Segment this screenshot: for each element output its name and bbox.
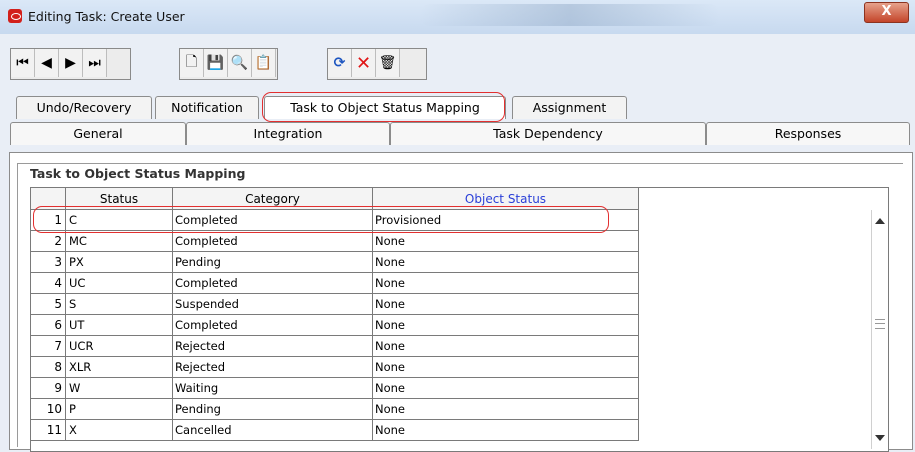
- category-cell[interactable]: Suspended: [172, 293, 373, 315]
- table-row[interactable]: 6 UT Completed None: [31, 314, 639, 336]
- object-status-cell[interactable]: None: [372, 314, 639, 336]
- category-cell[interactable]: Pending: [172, 251, 373, 273]
- section-title: Task to Object Status Mapping: [28, 166, 248, 181]
- table-row[interactable]: 10 P Pending None: [31, 398, 639, 420]
- status-cell[interactable]: S: [65, 293, 173, 315]
- status-cell[interactable]: PX: [65, 251, 173, 273]
- find-icon[interactable]: 🔍: [228, 49, 252, 77]
- row-number[interactable]: 2: [31, 230, 66, 252]
- scroll-down-icon[interactable]: [875, 435, 885, 441]
- object-status-cell[interactable]: None: [372, 230, 639, 252]
- scroll-up-icon[interactable]: [875, 218, 885, 224]
- tab-task-dependency[interactable]: Task Dependency: [390, 122, 706, 145]
- blurred-background: [420, 4, 720, 26]
- table-row[interactable]: 4 UC Completed None: [31, 272, 639, 294]
- tab-undo-recovery[interactable]: Undo/Recovery: [16, 96, 152, 119]
- status-mapping-table: Status Category Object Status 1 C Complete…: [30, 187, 889, 452]
- status-cell[interactable]: P: [65, 398, 173, 420]
- category-cell[interactable]: Waiting: [172, 377, 373, 399]
- tab-notification[interactable]: Notification: [155, 96, 259, 119]
- navigation-toolbar-group: ⏮ ◀ ▶ ⏭: [10, 48, 131, 80]
- close-button[interactable]: X: [864, 2, 909, 23]
- scroll-thumb-grip[interactable]: [875, 319, 885, 329]
- table-row[interactable]: 11 X Cancelled None: [31, 419, 639, 441]
- object-status-cell[interactable]: None: [372, 398, 639, 420]
- row-number[interactable]: 1: [31, 209, 66, 231]
- delete-icon[interactable]: ✕: [352, 49, 376, 77]
- row-number[interactable]: 4: [31, 272, 66, 294]
- status-column-header[interactable]: Status: [65, 188, 173, 210]
- category-cell[interactable]: Completed: [172, 230, 373, 252]
- edit-toolbar-group: 🗋 💾 🔍 📋: [179, 48, 278, 80]
- object-status-cell[interactable]: None: [372, 251, 639, 273]
- category-cell[interactable]: Cancelled: [172, 419, 373, 441]
- table-row[interactable]: 7 UCR Rejected None: [31, 335, 639, 357]
- table-row[interactable]: 5 S Suspended None: [31, 293, 639, 315]
- object-status-cell[interactable]: None: [372, 272, 639, 294]
- object-status-cell[interactable]: None: [372, 377, 639, 399]
- category-cell[interactable]: Pending: [172, 398, 373, 420]
- category-cell[interactable]: Rejected: [172, 356, 373, 378]
- object-status-cell[interactable]: None: [372, 419, 639, 441]
- object-status-cell[interactable]: None: [372, 356, 639, 378]
- row-number[interactable]: 6: [31, 314, 66, 336]
- clipboard-icon[interactable]: 📋: [252, 49, 276, 77]
- window-title: Editing Task: Create User: [28, 9, 185, 24]
- row-number[interactable]: 8: [31, 356, 66, 378]
- oracle-app-icon: [8, 9, 22, 23]
- status-cell[interactable]: MC: [65, 230, 173, 252]
- previous-record-icon[interactable]: ◀: [35, 49, 59, 77]
- table-row[interactable]: 1 C Completed Provisioned: [31, 209, 639, 231]
- category-cell[interactable]: Completed: [172, 272, 373, 294]
- row-number-header: [31, 188, 66, 210]
- status-cell[interactable]: UC: [65, 272, 173, 294]
- refresh-icon[interactable]: ⟳: [328, 49, 352, 77]
- action-toolbar-group: ⟳ ✕ 🗑: [327, 48, 427, 80]
- table-row[interactable]: 9 W Waiting None: [31, 377, 639, 399]
- status-cell[interactable]: XLR: [65, 356, 173, 378]
- category-cell[interactable]: Rejected: [172, 335, 373, 357]
- first-record-icon[interactable]: ⏮: [11, 49, 35, 77]
- save-icon[interactable]: 💾: [204, 49, 228, 77]
- tab-task-to-object-status-mapping[interactable]: Task to Object Status Mapping: [264, 96, 506, 119]
- tab-responses[interactable]: Responses: [706, 122, 910, 145]
- category-cell[interactable]: Completed: [172, 314, 373, 336]
- status-cell[interactable]: UCR: [65, 335, 173, 357]
- table-row[interactable]: 3 PX Pending None: [31, 251, 639, 273]
- table-row[interactable]: 2 MC Completed None: [31, 230, 639, 252]
- toolbar: [0, 34, 915, 82]
- status-cell[interactable]: UT: [65, 314, 173, 336]
- tab-strip: Undo/Recovery Notification Task to Objec…: [0, 92, 915, 148]
- object-status-cell[interactable]: None: [372, 335, 639, 357]
- row-number[interactable]: 7: [31, 335, 66, 357]
- object-status-column-header[interactable]: Object Status: [372, 188, 639, 210]
- title-bar: Editing Task: Create User X: [0, 0, 915, 35]
- row-number[interactable]: 5: [31, 293, 66, 315]
- row-number[interactable]: 10: [31, 398, 66, 420]
- row-number[interactable]: 3: [31, 251, 66, 273]
- next-record-icon[interactable]: ▶: [59, 49, 83, 77]
- table-row[interactable]: 8 XLR Rejected None: [31, 356, 639, 378]
- status-cell[interactable]: C: [65, 209, 173, 231]
- tab-assignment[interactable]: Assignment: [512, 96, 627, 119]
- tab-general[interactable]: General: [10, 122, 186, 145]
- last-record-icon[interactable]: ⏭: [83, 49, 107, 77]
- row-number[interactable]: 9: [31, 377, 66, 399]
- tab-integration[interactable]: Integration: [186, 122, 390, 145]
- object-status-cell[interactable]: None: [372, 293, 639, 315]
- status-cell[interactable]: W: [65, 377, 173, 399]
- new-document-icon[interactable]: 🗋: [180, 49, 204, 77]
- row-number[interactable]: 11: [31, 419, 66, 441]
- trash-icon[interactable]: 🗑: [376, 49, 400, 77]
- category-cell[interactable]: Completed: [172, 209, 373, 231]
- status-cell[interactable]: X: [65, 419, 173, 441]
- object-status-cell[interactable]: Provisioned: [372, 209, 639, 231]
- vertical-scrollbar[interactable]: [871, 210, 888, 449]
- category-column-header[interactable]: Category: [172, 188, 373, 210]
